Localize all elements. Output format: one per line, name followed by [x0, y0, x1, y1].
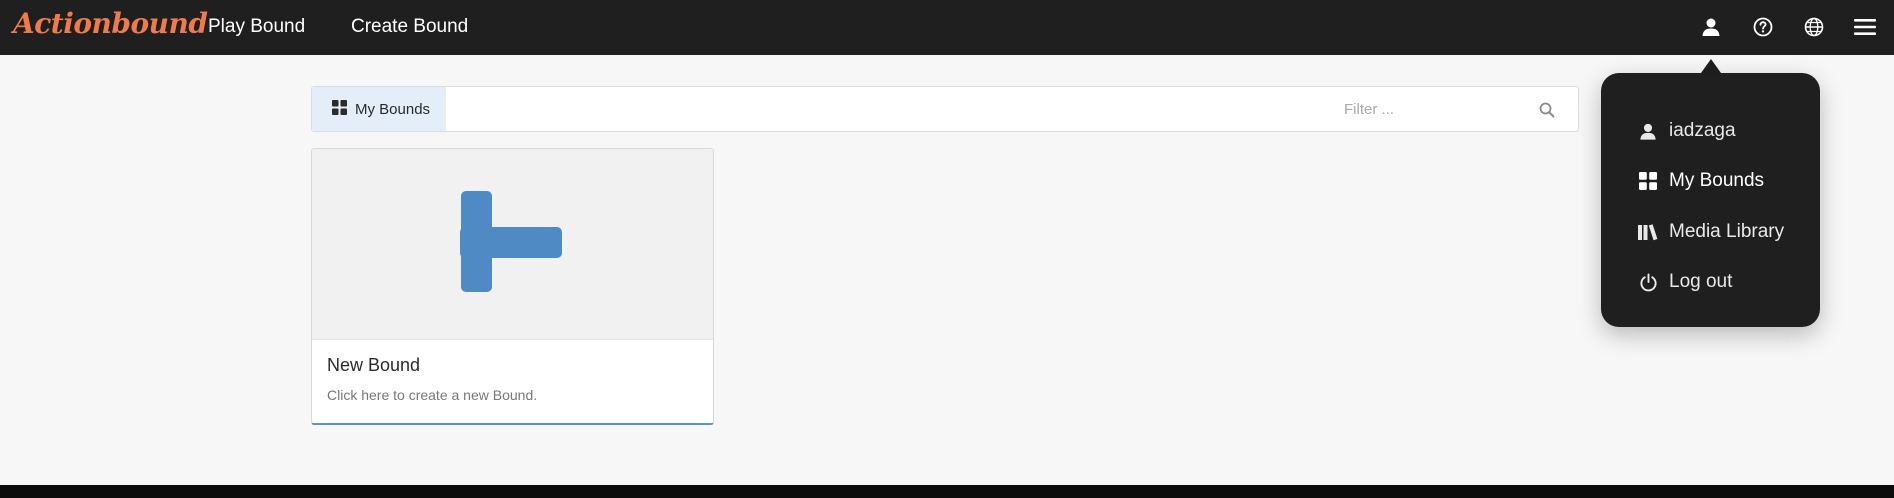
menu-item-username[interactable]: iadzaga: [1637, 116, 1736, 146]
books-icon: [1637, 221, 1659, 243]
globe-icon[interactable]: [1802, 15, 1826, 39]
grid-icon: [1637, 170, 1659, 192]
help-icon[interactable]: [1751, 15, 1775, 39]
menu-item-label: My Bounds: [1669, 170, 1765, 191]
menu-item-label: Log out: [1669, 271, 1733, 292]
nav-play-bound[interactable]: Play Bound: [208, 16, 305, 38]
nav-create-bound[interactable]: Create Bound: [351, 16, 468, 38]
new-bound-card[interactable]: New Bound Click here to create a new Bou…: [311, 148, 714, 425]
user-icon[interactable]: [1699, 15, 1723, 39]
tab-my-bounds-label: My Bounds: [355, 100, 431, 118]
search-icon[interactable]: [1536, 99, 1558, 121]
card-image: [312, 149, 713, 340]
menu-item-my-bounds[interactable]: My Bounds: [1637, 166, 1764, 196]
menu-item-label: Media Library: [1669, 221, 1785, 242]
user-icon: [1637, 120, 1659, 142]
menu-item-label: iadzaga: [1669, 120, 1736, 141]
user-dropdown-menu: iadzaga My Bounds Media Library Log out: [1601, 73, 1820, 327]
top-navbar: Actionbound Play Bound Create Bound: [0, 0, 1894, 55]
power-icon: [1637, 271, 1659, 293]
logo[interactable]: Actionbound: [13, 7, 208, 40]
grid-icon: [332, 99, 347, 119]
tab-my-bounds[interactable]: My Bounds: [312, 87, 446, 131]
menu-item-log-out[interactable]: Log out: [1637, 267, 1732, 297]
dropdown-caret: [1701, 59, 1721, 73]
menu-item-media-library[interactable]: Media Library: [1637, 217, 1784, 247]
filter-bar: My Bounds: [311, 86, 1579, 132]
hamburger-menu-icon[interactable]: [1853, 15, 1877, 39]
bottom-bar: [0, 485, 1894, 498]
filter-input[interactable]: [1344, 97, 1524, 121]
card-description: Click here to create a new Bound.: [327, 387, 538, 403]
card-title: New Bound: [327, 355, 421, 375]
